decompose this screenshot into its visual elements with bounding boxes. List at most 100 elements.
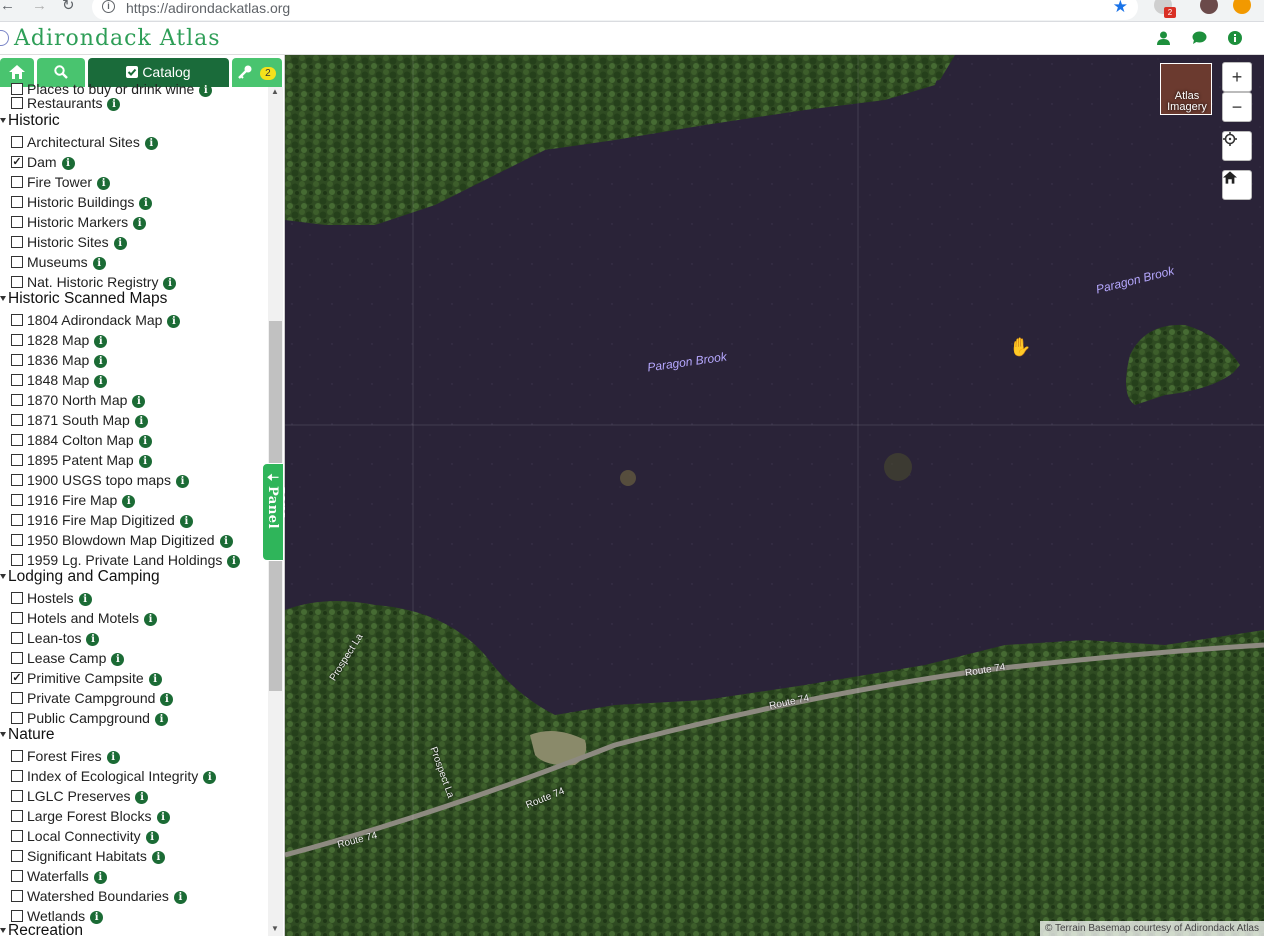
layer-checkbox[interactable] (11, 514, 23, 526)
layer-item-hotels-and-motels[interactable]: Hotels and Motels i (0, 608, 268, 628)
layer-item-1804-adirondack-map[interactable]: 1804 Adirondack Map i (0, 310, 268, 330)
layer-checkbox[interactable] (11, 554, 23, 566)
layer-checkbox[interactable] (11, 414, 23, 426)
category-recreation[interactable]: Recreation (0, 922, 268, 936)
layer-item-local-connectivity[interactable]: Local Connectivity i (0, 826, 268, 846)
layer-checkbox[interactable] (11, 592, 23, 604)
layer-checkbox[interactable]: ✓ (11, 156, 23, 168)
layer-item-index-of-ecological-integrity[interactable]: Index of Ecological Integrity i (0, 766, 268, 786)
info-icon[interactable]: i (86, 633, 100, 646)
category-historic-scanned-maps[interactable]: Historic Scanned Maps (0, 290, 268, 310)
layer-item-fire-tower[interactable]: Fire Tower i (0, 172, 268, 192)
url-text[interactable]: https://adirondackatlas.org (126, 0, 290, 16)
info-icon[interactable]: i (122, 495, 136, 508)
profile-avatar[interactable] (1200, 0, 1218, 14)
info-icon[interactable]: i (78, 593, 92, 606)
layer-checkbox[interactable] (11, 434, 23, 446)
layer-checkbox[interactable] (11, 770, 23, 782)
app-title[interactable]: Adirondack Atlas (14, 26, 221, 51)
info-icon[interactable]: i (93, 871, 107, 884)
address-bar[interactable]: i https://adirondackatlas.org ★ (92, 0, 1138, 20)
info-icon[interactable]: i (61, 157, 75, 170)
layer-item-1884-colton-map[interactable]: 1884 Colton Map i (0, 430, 268, 450)
layer-item-1900-usgs-topo-maps[interactable]: 1900 USGS topo maps i (0, 470, 268, 490)
update-icon[interactable] (1233, 0, 1251, 14)
category-lodging-and-camping[interactable]: Lodging and Camping (0, 568, 268, 588)
layer-checkbox[interactable] (11, 374, 23, 386)
category-nature[interactable]: Nature (0, 726, 268, 746)
info-icon[interactable]: i (227, 555, 241, 568)
layer-item-1950-blowdown-map-digitized[interactable]: 1950 Blowdown Map Digitized i (0, 530, 268, 550)
zoom-out-button[interactable]: − (1222, 92, 1252, 122)
info-icon[interactable]: i (97, 177, 111, 190)
layer-item-1836-map[interactable]: 1836 Map i (0, 350, 268, 370)
layer-item-dam[interactable]: ✓ Dam i (0, 152, 268, 172)
layer-checkbox[interactable] (11, 314, 23, 326)
layer-checkbox[interactable] (11, 790, 23, 802)
layer-checkbox[interactable] (11, 256, 23, 268)
layer-checkbox[interactable] (11, 276, 23, 288)
info-icon[interactable]: i (175, 475, 189, 488)
side-panel-toggle[interactable]: 🠠 Side Panel (262, 463, 295, 561)
layer-checkbox[interactable]: ✓ (11, 672, 23, 684)
zoom-in-button[interactable]: + (1222, 62, 1252, 92)
info-icon[interactable]: i (113, 237, 127, 250)
layer-item-large-forest-blocks[interactable]: Large Forest Blocks i (0, 806, 268, 826)
info-icon[interactable]: i (107, 98, 121, 111)
layer-checkbox[interactable] (11, 750, 23, 762)
layer-item-historic-buildings[interactable]: Historic Buildings i (0, 192, 268, 212)
layer-checkbox[interactable] (11, 890, 23, 902)
info-icon[interactable]: i (138, 435, 152, 448)
layer-item-primitive-campsite[interactable]: ✓ Primitive Campsite i (0, 668, 268, 688)
layer-item-architectural-sites[interactable]: Architectural Sites i (0, 132, 268, 152)
layer-item-private-campground[interactable]: Private Campground i (0, 688, 268, 708)
info-icon[interactable]: i (154, 713, 168, 726)
info-icon[interactable]: i (148, 673, 162, 686)
info-icon[interactable]: i (135, 791, 149, 804)
layer-checkbox[interactable] (11, 97, 23, 109)
layer-checkbox[interactable] (11, 196, 23, 208)
layer-checkbox[interactable] (11, 534, 23, 546)
layer-checkbox[interactable] (11, 494, 23, 506)
info-icon[interactable]: i (106, 751, 120, 764)
layer-checkbox[interactable] (11, 216, 23, 228)
info-icon[interactable]: i (219, 535, 233, 548)
category-historic[interactable]: Historic (0, 112, 268, 132)
expand-triangle-icon[interactable] (0, 574, 6, 579)
info-icon[interactable]: i (144, 613, 158, 626)
info-icon[interactable]: i (94, 355, 108, 368)
info-icon[interactable]: i (145, 831, 159, 844)
layer-checkbox[interactable] (11, 612, 23, 624)
info-icon[interactable]: i (134, 415, 148, 428)
layer-item-museums[interactable]: Museums i (0, 252, 268, 272)
layer-item-hostels[interactable]: Hostels i (0, 588, 268, 608)
info-icon[interactable]: i (132, 395, 146, 408)
layer-checkbox[interactable] (11, 830, 23, 842)
basemap-switcher[interactable]: Atlas Imagery (1160, 63, 1212, 115)
info-icon[interactable]: i (139, 197, 153, 210)
layer-checkbox[interactable] (11, 394, 23, 406)
info-icon[interactable] (1228, 31, 1242, 48)
layer-item-public-campground[interactable]: Public Campground i (0, 708, 268, 728)
info-icon[interactable]: i (133, 217, 147, 230)
layer-item-1916-fire-map[interactable]: 1916 Fire Map i (0, 490, 268, 510)
layer-checkbox[interactable] (11, 870, 23, 882)
info-icon[interactable]: i (94, 335, 108, 348)
layer-item-forest-fires[interactable]: Forest Fires i (0, 746, 268, 766)
expand-triangle-icon[interactable] (0, 928, 6, 933)
layer-checkbox[interactable] (11, 236, 23, 248)
layer-checkbox[interactable] (11, 632, 23, 644)
layer-item-1871-south-map[interactable]: 1871 South Map i (0, 410, 268, 430)
layer-item-lean-tos[interactable]: Lean-tos i (0, 628, 268, 648)
chat-icon[interactable] (1192, 31, 1207, 48)
layer-item-significant-habitats[interactable]: Significant Habitats i (0, 846, 268, 866)
layer-checkbox[interactable] (11, 692, 23, 704)
layer-checkbox[interactable] (11, 712, 23, 724)
scroll-down-icon[interactable]: ▼ (271, 924, 279, 933)
layer-item-1895-patent-map[interactable]: 1895 Patent Map i (0, 450, 268, 470)
layer-checkbox[interactable] (11, 652, 23, 664)
site-info-icon[interactable]: i (102, 0, 115, 13)
layer-checkbox[interactable] (11, 810, 23, 822)
layer-checkbox[interactable] (11, 454, 23, 466)
back-icon[interactable]: ← (0, 0, 15, 14)
